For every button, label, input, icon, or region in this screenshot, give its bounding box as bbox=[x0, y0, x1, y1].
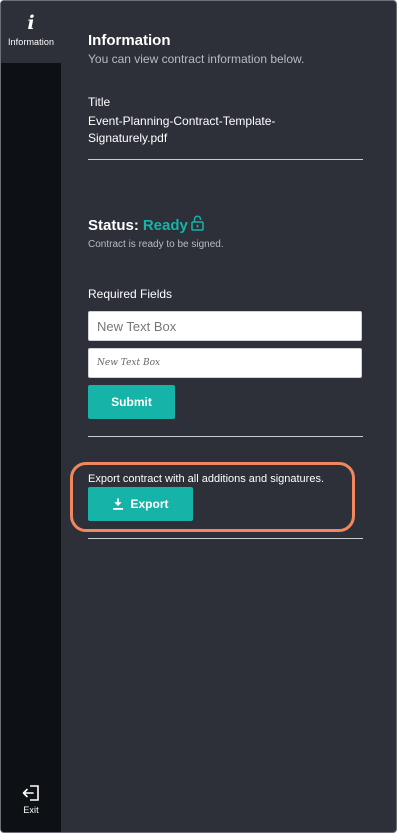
sidebar-item-information[interactable]: i Information bbox=[1, 1, 61, 63]
required-fields-label: Required Fields bbox=[88, 287, 173, 301]
info-icon: i bbox=[27, 12, 35, 34]
app-window: i Information Exit Information You can v… bbox=[0, 0, 397, 833]
required-signature-field[interactable] bbox=[88, 348, 362, 378]
submit-button[interactable]: Submit bbox=[88, 385, 175, 419]
status-badge: Ready bbox=[142, 217, 188, 234]
panel-subtitle: You can view contract information below. bbox=[88, 52, 305, 66]
required-text-field-1[interactable] bbox=[88, 311, 362, 341]
divider bbox=[88, 538, 363, 539]
contract-file-name: Event-Planning-Contract-Template-Signatu… bbox=[88, 114, 276, 145]
exit-button[interactable]: Exit bbox=[1, 785, 61, 825]
export-button-label: Export bbox=[130, 497, 169, 511]
download-icon bbox=[113, 498, 124, 510]
sidebar-item-label: Information bbox=[7, 37, 55, 47]
export-button[interactable]: Export bbox=[88, 487, 193, 521]
divider bbox=[88, 436, 363, 437]
lock-open-icon bbox=[191, 215, 204, 236]
sidebar-rail: i Information Exit bbox=[1, 1, 61, 832]
status-label: Status: bbox=[88, 217, 139, 234]
exit-label: Exit bbox=[23, 805, 39, 815]
panel-title: Information bbox=[88, 32, 171, 49]
status-row: Status: Ready bbox=[88, 215, 204, 236]
export-note: Export contract with all additions and s… bbox=[88, 473, 325, 485]
divider bbox=[88, 159, 363, 160]
status-note: Contract is ready to be signed. bbox=[88, 239, 224, 250]
exit-icon bbox=[22, 785, 40, 801]
title-field-label: Title bbox=[88, 95, 111, 109]
